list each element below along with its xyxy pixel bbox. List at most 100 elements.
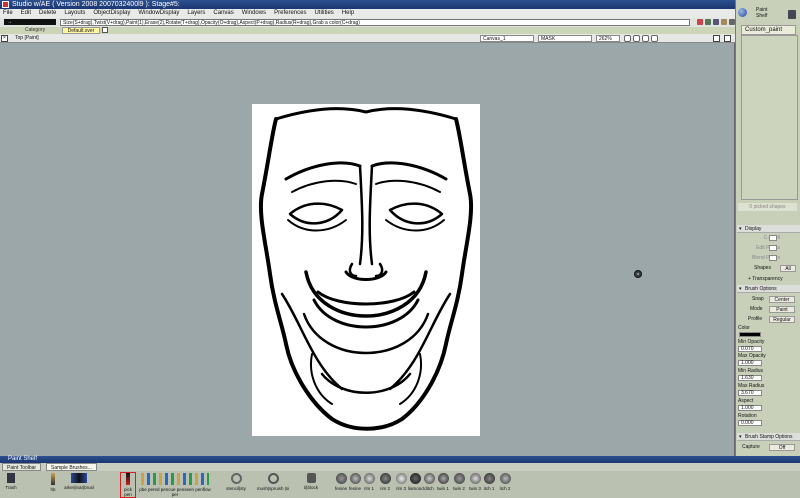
tool-label: hb [50, 487, 56, 492]
tab-paint-toolbar[interactable]: Paint Toolbar [2, 463, 42, 471]
menu-layers[interactable]: Layers [187, 9, 205, 18]
blend-points-checkbox[interactable] [769, 255, 777, 261]
redo-icon[interactable] [721, 19, 727, 25]
capture-select[interactable]: Off [769, 444, 795, 451]
brush-preset-ditch[interactable]: ditch [422, 473, 436, 497]
brush-preset-diamond[interactable]: liamond [408, 473, 424, 497]
right-panel: Paint Shelf Custom_paint 0 picked shapes… [735, 0, 800, 456]
brush-preset-fesine-2[interactable]: fesine [348, 473, 362, 497]
viewport-close-button[interactable] [724, 35, 731, 42]
max-radius-label: Max Radius [738, 383, 765, 389]
cshell-label: C-Shell [738, 235, 798, 242]
pick-pen-tool[interactable]: pick pen [120, 472, 136, 498]
brush-disc-icon [499, 473, 511, 484]
display-section-header[interactable]: Display [737, 225, 800, 233]
menu-preferences[interactable]: Preferences [274, 9, 306, 18]
tool-label: Trash [5, 485, 17, 490]
viewport-close-icon[interactable]: × [1, 35, 8, 42]
max-opacity-field[interactable]: 1.000 [738, 360, 762, 366]
globe-icon[interactable] [738, 8, 747, 17]
menu-edit[interactable]: Edit [21, 9, 31, 18]
max-opacity-label: Max Opacity [738, 353, 766, 359]
menu-utilities[interactable]: Utilities [314, 9, 333, 18]
tab-sample-brushes[interactable]: Sample Brushes... [46, 463, 97, 471]
rotation-label: Rotation [738, 413, 757, 419]
transparency-toggle[interactable]: + Transparency [738, 276, 798, 283]
pen-icon [126, 473, 130, 485]
brush-disc-icon [469, 473, 481, 484]
menu-windowdisplay[interactable]: WindowDisplay [138, 9, 179, 18]
brush-options-header[interactable]: Brush Options [737, 285, 800, 293]
mode-select[interactable]: Paint [769, 306, 795, 313]
tool-mode-selector[interactable]: → [4, 19, 56, 25]
pan-icon[interactable] [633, 35, 640, 42]
trash-tool[interactable]: Trash [2, 473, 20, 497]
tab-category[interactable]: Category [12, 27, 58, 34]
cshell-checkbox[interactable] [769, 235, 777, 241]
hb-pencil-tool[interactable]: hb [44, 473, 62, 497]
brush-disc-icon [483, 473, 495, 484]
menu-layouts[interactable]: Layouts [64, 9, 85, 18]
paint-canvas[interactable] [252, 104, 480, 436]
edit-points-checkbox[interactable] [769, 245, 777, 251]
menu-windows[interactable]: Windows [242, 9, 266, 18]
brush-preset-stitch-2[interactable]: itch 2 [498, 473, 512, 497]
menu-canvas[interactable]: Canvas [213, 9, 233, 18]
zoom-field[interactable]: 262% [596, 35, 620, 42]
menu-delete[interactable]: Delete [39, 9, 56, 18]
shelf-options-box[interactable] [102, 27, 108, 33]
stencil-tool[interactable]: stencil|sty [226, 473, 246, 497]
focus-icon[interactable] [651, 35, 658, 42]
brush-disc-icon [409, 473, 421, 484]
brush-preset-rim-3[interactable]: rim 3 [394, 473, 408, 497]
color-label: Color [738, 325, 750, 331]
brush-preset-rim-1[interactable]: rim 1 [362, 473, 376, 497]
tool-label: pick pen [123, 487, 132, 497]
brush-stamp-options-header[interactable]: Brush Stamp Options [737, 433, 800, 441]
profile-select[interactable]: Regular [769, 316, 795, 323]
tab-custom-paint[interactable]: Custom_paint [741, 25, 796, 35]
pick-icon[interactable] [697, 19, 703, 25]
menu-bar: File Edit Delete Layouts ObjectDisplay W… [0, 9, 735, 18]
marker-icon [71, 473, 87, 483]
marker-tool[interactable]: arker|inar|brusl [62, 473, 96, 497]
min-opacity-field[interactable]: 0.070 [738, 346, 762, 352]
menu-file[interactable]: File [3, 9, 13, 18]
aspect-field[interactable]: 1.000 [738, 405, 762, 411]
brush-preset-twin-2[interactable]: twin 2 [452, 473, 466, 497]
pivot-marker-icon[interactable] [634, 270, 642, 278]
brush-preset-stitch-1[interactable]: itch 1 [482, 473, 496, 497]
menu-help[interactable]: Help [342, 9, 354, 18]
undo-icon[interactable] [713, 19, 719, 25]
brush-disc-icon [437, 473, 449, 484]
rotation-field[interactable]: 0.000 [738, 420, 762, 426]
tool-label: fesine [348, 486, 361, 491]
trash-icon[interactable] [788, 10, 796, 19]
snap-select[interactable]: Center [769, 296, 795, 303]
min-radius-field[interactable]: 1.630 [738, 375, 762, 381]
viewport-maximize-icon[interactable] [713, 35, 720, 42]
transparency-label: Transparency [752, 276, 783, 282]
fit-icon[interactable] [642, 35, 649, 42]
max-radius-field[interactable]: 3.670 [738, 390, 762, 396]
custom-shelf-area[interactable] [741, 35, 798, 200]
menu-objectdisplay[interactable]: ObjectDisplay [93, 9, 130, 18]
brush-preset-twin-3[interactable]: twin 3 [468, 473, 482, 497]
viewport-title: Top [Paint] [15, 35, 39, 41]
brush-preset-twin-1[interactable]: twin 1 [436, 473, 450, 497]
color-swatch[interactable] [739, 332, 761, 337]
block-icon [306, 473, 316, 483]
command-hint-field[interactable]: Size(S+drag),Twist(V+drag),Paint(1),Eras… [60, 19, 690, 26]
camera-icon[interactable] [624, 35, 631, 42]
shapes-select[interactable]: All [780, 265, 796, 272]
shelf-title-line2: Shelf [756, 13, 768, 19]
canvas-field[interactable]: Canvas_1 [480, 35, 534, 42]
tab-default-shelf[interactable]: Default.sver [62, 27, 100, 34]
brush-preset-rim-2[interactable]: rim 2 [378, 473, 392, 497]
brush-disc-icon [335, 473, 347, 484]
block-tool[interactable]: ti|block [302, 473, 320, 497]
transform-icon[interactable] [705, 19, 711, 25]
smush-tool[interactable]: mush|spruish |si [256, 473, 290, 497]
pencil-set-tools[interactable]: pbe pered pencue penseen penflow per [138, 473, 212, 497]
mask-field[interactable]: MASK [538, 35, 592, 42]
